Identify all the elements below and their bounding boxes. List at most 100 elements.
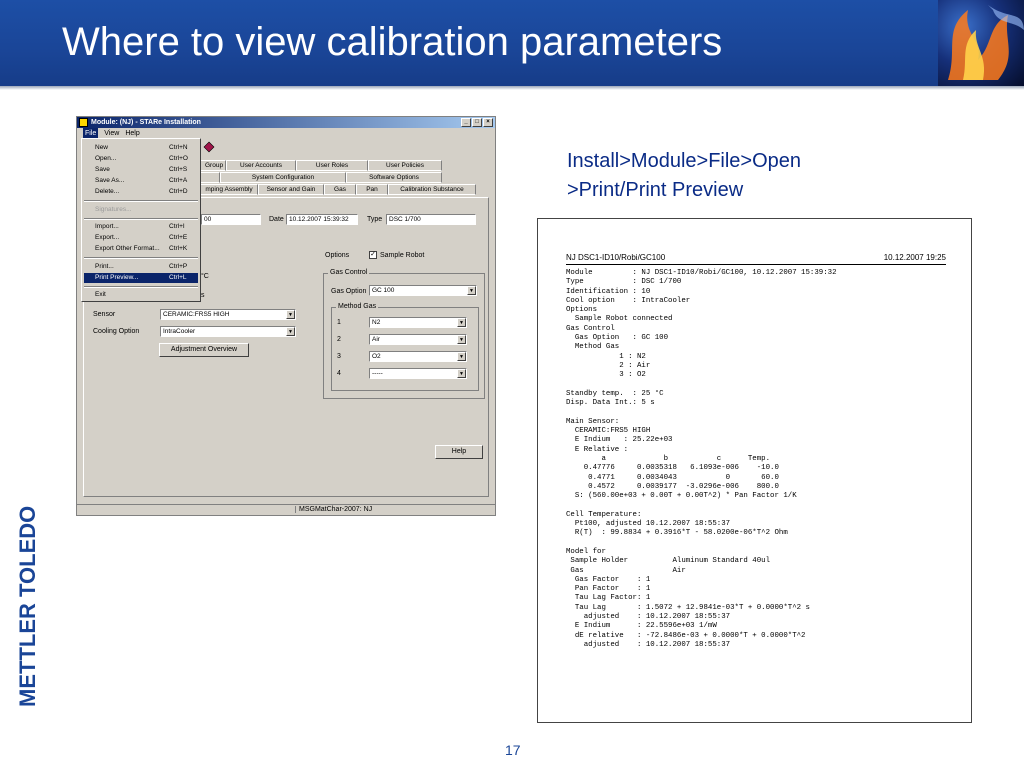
file-menu-dropdown: New Ctrl+N Open... Ctrl+O Save Ctrl+S Save …: [81, 138, 201, 302]
date-field[interactable]: 10.12.2007 15:39:32: [286, 214, 358, 225]
chevron-down-icon[interactable]: ▼: [457, 369, 466, 378]
chevron-down-icon[interactable]: ▼: [457, 318, 466, 327]
navigation-path-note: Install>Module>File>Open >Print/Print Pr…: [567, 147, 867, 205]
chevron-down-icon[interactable]: ▼: [286, 310, 295, 319]
date-label: Date: [269, 216, 284, 223]
menu-item-open[interactable]: Open... Ctrl+O: [84, 154, 198, 164]
report-line: Pt100, adjusted 10.12.2007 18:55:37: [566, 520, 731, 529]
report-line: 1 : N2: [566, 352, 646, 361]
menu-item-new[interactable]: New Ctrl+N: [84, 143, 198, 153]
tab-sensor-and-gain[interactable]: Sensor and Gain: [258, 184, 324, 195]
method-gas-select[interactable]: Air ▼: [369, 334, 467, 345]
method-gas-number: 3: [337, 353, 341, 360]
menu-item-print-preview[interactable]: Print Preview... Ctrl+L: [84, 273, 198, 283]
menu-item-import[interactable]: Import... Ctrl+I: [84, 222, 198, 232]
menu-item-label: Save: [95, 166, 110, 173]
report-line: Module : NJ DSC1-ID10/Robi/GC100, 10.12.…: [566, 269, 837, 277]
report-line: Tau Lag : 1.5072 + 12.9841e-03*T + 0.000…: [566, 603, 810, 612]
toolbar-diamond-icon[interactable]: [203, 141, 215, 153]
method-gas-select[interactable]: ----- ▼: [369, 368, 467, 379]
options-label: Options: [325, 252, 350, 259]
chevron-down-icon[interactable]: ▼: [457, 352, 466, 361]
menu-separator: [84, 286, 198, 288]
menu-item-shortcut: Ctrl+A: [169, 177, 188, 184]
menu-item-export[interactable]: Export... Ctrl+E: [84, 233, 198, 243]
menu-item-print[interactable]: Print... Ctrl+P: [84, 262, 198, 272]
preview-report-body: Module : NJ DSC1-ID10/Robi/GC100, 10.12.…: [566, 269, 837, 650]
tab-user-roles[interactable]: User Roles: [296, 160, 368, 171]
title-divider: [0, 86, 1024, 90]
seconds-unit-fragment: s: [201, 292, 205, 299]
chevron-down-icon[interactable]: ▼: [286, 327, 295, 336]
gas-option-select[interactable]: GC 100 ▼: [369, 285, 477, 296]
temperature-unit-fragment: °C: [201, 273, 209, 280]
preview-header-right: 10.12.2007 19:25: [883, 253, 946, 262]
tab-software-options[interactable]: Software Options: [346, 172, 442, 183]
tab-group[interactable]: Group: [200, 160, 226, 171]
id-field[interactable]: 00: [201, 214, 261, 225]
menu-item-export-other-format[interactable]: Export Other Format... Ctrl+K: [84, 244, 198, 254]
menu-item-shortcut: Ctrl+E: [169, 234, 188, 241]
menu-separator: [84, 200, 198, 202]
report-line: [566, 408, 837, 417]
menu-item-shortcut: Ctrl+O: [169, 155, 188, 162]
preview-header: NJ DSC1-ID10/Robi/GC100 10.12.2007 19:25: [566, 253, 946, 262]
slide-title: Where to view calibration parameters: [62, 20, 723, 64]
tab-pan[interactable]: Pan: [356, 184, 388, 195]
menu-item-save[interactable]: Save Ctrl+S: [84, 165, 198, 175]
cooling-option-select[interactable]: IntraCooler ▼: [160, 326, 296, 337]
tab-system-configuration[interactable]: System Configuration: [220, 172, 346, 183]
menu-item-save-as[interactable]: Save As... Ctrl+A: [84, 176, 198, 186]
minimize-icon[interactable]: _: [461, 118, 471, 127]
print-preview-page: NJ DSC1-ID10/Robi/GC100 10.12.2007 19:25…: [537, 218, 972, 723]
report-line: adjusted : 10.12.2007 18:55:37: [566, 640, 731, 649]
menu-item-label: Delete...: [95, 188, 120, 195]
method-gas-value: N2: [372, 319, 381, 326]
method-gas-number: 1: [337, 319, 341, 326]
sensor-value: CERAMIC:FRS5 HIGH: [163, 311, 230, 318]
tab-user-policies[interactable]: User Policies: [368, 160, 442, 171]
flame-logo-image: [938, 0, 1024, 86]
type-field[interactable]: DSC 1/700: [386, 214, 476, 225]
menu-item-shortcut: Ctrl+S: [169, 166, 188, 173]
window-controls: _ □ ×: [461, 118, 493, 127]
close-icon[interactable]: ×: [483, 118, 493, 127]
sensor-select[interactable]: CERAMIC:FRS5 HIGH ▼: [160, 309, 296, 320]
report-line: Gas Control: [566, 324, 615, 333]
sample-robot-checkbox[interactable]: ✓: [369, 251, 377, 259]
tab-mping-assembly[interactable]: mping Assembly: [200, 184, 258, 195]
menu-item-label: Import...: [95, 223, 119, 230]
menu-item-signatures: Signatures...: [84, 205, 198, 215]
method-gas-label: Method Gas: [336, 303, 379, 310]
menu-item-exit[interactable]: Exit: [84, 290, 198, 300]
maximize-icon[interactable]: □: [472, 118, 482, 127]
adjustment-overview-button[interactable]: Adjustment Overview: [159, 343, 249, 357]
window-titlebar[interactable]: Module: (NJ) - STARe Installation _ □ ×: [77, 117, 495, 128]
method-gas-value: O2: [372, 353, 381, 360]
menu-item-label: Print...: [95, 263, 114, 270]
sample-robot-label: Sample Robot: [380, 252, 425, 259]
method-gas-value: Air: [372, 336, 380, 343]
report-line: 0.47776 0.0035318 6.1093e-006 -10.0: [566, 464, 779, 473]
method-gas-select[interactable]: N2 ▼: [369, 317, 467, 328]
gas-control-label: Gas Control: [328, 269, 370, 276]
report-line: R(T) : 99.8834 + 0.3916*T - 58.0200e-06*…: [566, 529, 788, 538]
note-line-2: >Print/Print Preview: [567, 179, 744, 201]
tab-user-accounts[interactable]: User Accounts: [226, 160, 296, 171]
tab-calibration-substance[interactable]: Calibration Substance: [388, 184, 476, 195]
menu-item-label: Exit: [95, 291, 106, 298]
report-line: Type : DSC 1/700: [566, 278, 682, 287]
method-gas-select[interactable]: O2 ▼: [369, 351, 467, 362]
app-icon: [79, 118, 88, 127]
report-line: Gas Option : GC 100: [566, 334, 669, 343]
tab-gas[interactable]: Gas: [324, 184, 356, 195]
report-line: Sample Robot connected: [566, 315, 673, 324]
chevron-down-icon[interactable]: ▼: [457, 335, 466, 344]
menu-item-delete[interactable]: Delete... Ctrl+D: [84, 187, 198, 197]
menu-item-label: Open...: [95, 155, 117, 162]
report-line: Main Sensor:: [566, 417, 620, 426]
tab-blank[interactable]: [200, 172, 220, 183]
chevron-down-icon[interactable]: ▼: [467, 286, 476, 295]
help-button[interactable]: Help: [435, 445, 483, 459]
report-line: adjusted : 10.12.2007 18:55:37: [566, 612, 731, 621]
